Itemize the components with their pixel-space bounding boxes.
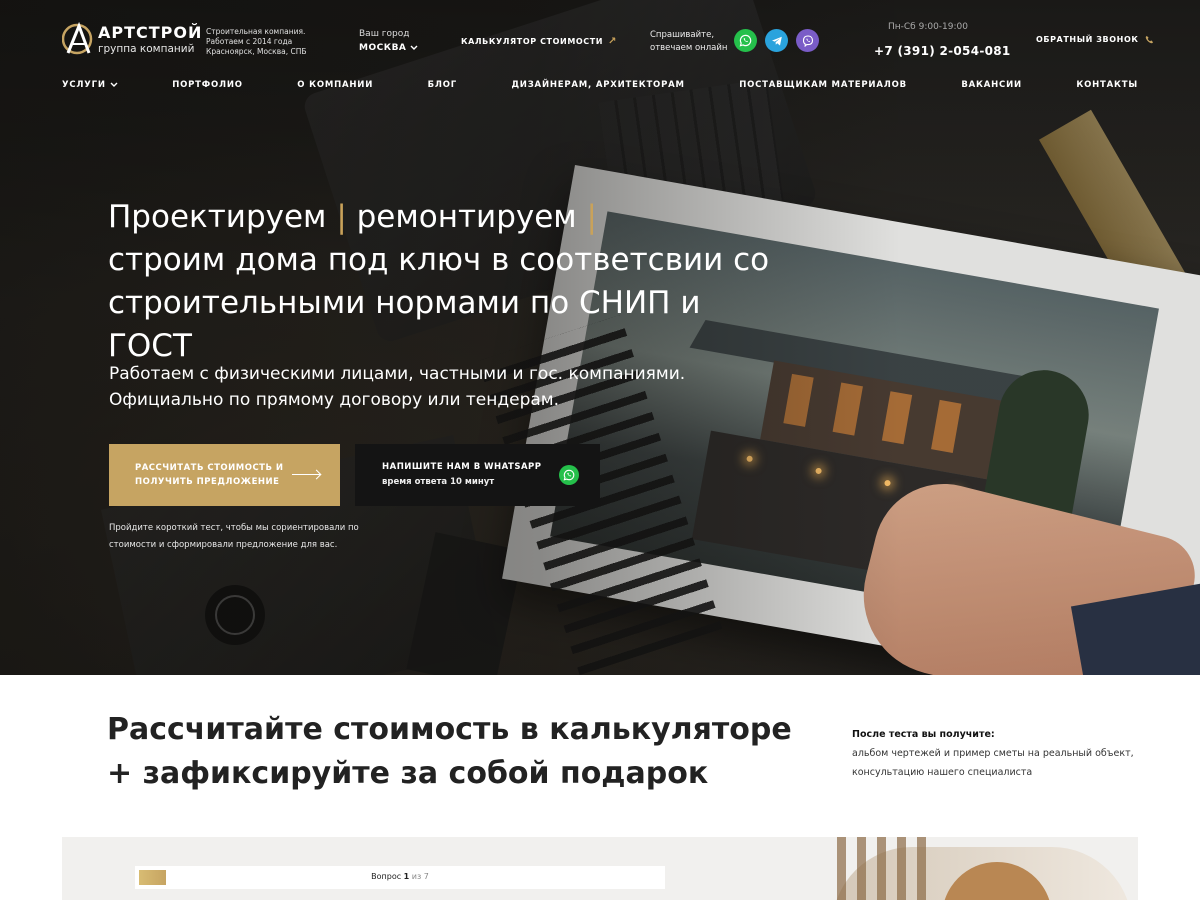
arrow-up-right-icon: ↗ [608, 36, 618, 47]
question-label: Вопрос [371, 872, 402, 881]
calculate-cost-button[interactable]: РАССЧИТАТЬ СТОИМОСТЬ И ПОЛУЧИТЬ ПРЕДЛОЖЕ… [109, 444, 340, 506]
callback-label: ОБРАТНЫЙ ЗВОНОК [1036, 35, 1139, 44]
whatsapp-icon [559, 465, 579, 485]
ask-online-text: Спрашивайте, отвечаем онлайн [650, 29, 727, 55]
hero-title-word-1: Проектируем [108, 199, 327, 235]
after-test-text: альбом чертежей и пример сметы на реальн… [852, 748, 1134, 778]
arrow-right-icon [292, 474, 320, 475]
company-description: Строительная компания. Работаем с 2014 г… [206, 27, 307, 56]
nav-portfolio[interactable]: ПОРТФОЛИО [172, 80, 243, 90]
messenger-links [734, 29, 819, 52]
divider-bar: | [586, 199, 597, 235]
question-current: 1 [403, 872, 410, 881]
callback-button[interactable]: ОБРАТНЫЙ ЗВОНОК [1036, 35, 1154, 44]
ask-line-1: Спрашивайте, [650, 30, 715, 40]
nav-blog[interactable]: БЛОГ [428, 80, 457, 90]
nav-services[interactable]: УСЛУГИ [62, 80, 118, 90]
whatsapp-button[interactable]: НАПИШИТЕ НАМ В WHATSAPP время ответа 10 … [355, 444, 600, 506]
main-nav: УСЛУГИ ПОРТФОЛИО О КОМПАНИИ БЛОГ ДИЗАЙНЕ… [62, 80, 1138, 90]
quiz-progress-bar: Вопрос 1 из 7 [135, 866, 665, 889]
viber-icon[interactable] [796, 29, 819, 52]
chevron-down-icon [110, 82, 118, 87]
wooden-slats-image [837, 837, 927, 900]
hero-title-word-2: ремонтируем [356, 199, 577, 235]
ask-line-2: отвечаем онлайн [650, 43, 728, 53]
working-hours: Пн-Сб 9:00-19:00 [888, 22, 968, 32]
quiz-hint: Пройдите короткий тест, чтобы мы сориент… [109, 523, 359, 550]
phone-link[interactable]: +7 (391) 2-054-081 [874, 44, 1011, 58]
after-test-heading: После теста вы получите: [852, 729, 995, 740]
nav-designers[interactable]: ДИЗАЙНЕРАМ, АРХИТЕКТОРАМ [511, 80, 684, 90]
city-label: Ваш город [359, 29, 410, 39]
site-header: АРТСТРОЙ группа компаний Строительная ко… [0, 0, 1200, 110]
hero-title-rest: строим дома под ключ в соответсвии со ст… [108, 242, 770, 364]
after-test-info: После теста вы получите: альбом чертежей… [852, 725, 1152, 782]
nav-services-label: УСЛУГИ [62, 80, 106, 90]
phone-icon [1145, 35, 1153, 44]
nav-suppliers[interactable]: ПОСТАВЩИКАМ МАТЕРИАЛОВ [739, 80, 907, 90]
nav-contacts[interactable]: КОНТАКТЫ [1076, 80, 1138, 90]
question-of: из [411, 872, 422, 881]
question-counter: Вопрос 1 из 7 [135, 872, 665, 881]
logo-mark-icon [62, 22, 93, 55]
quiz-block: Вопрос 1 из 7 [62, 837, 1138, 900]
logo-subtitle: группа компаний [98, 43, 195, 55]
calculator-link-label: КАЛЬКУЛЯТОР СТОИМОСТИ [461, 37, 604, 46]
city-selector[interactable]: Ваш город МОСКВА [359, 29, 418, 53]
calculator-title: Рассчитайте стоимость в калькуляторе + з… [107, 708, 807, 796]
question-total: 7 [423, 872, 429, 881]
calculate-cost-button-label: РАССЧИТАТЬ СТОИМОСТЬ И ПОЛУЧИТЬ ПРЕДЛОЖЕ… [135, 463, 284, 487]
city-value: МОСКВА [359, 43, 407, 53]
divider-bar: | [336, 199, 347, 235]
hero-subtitle: Работаем с физическими лицами, частными … [109, 364, 686, 410]
telegram-icon[interactable] [765, 29, 788, 52]
hero-title: Проектируем | ремонтируем | строим дома … [108, 196, 788, 368]
calculator-link[interactable]: КАЛЬКУЛЯТОР СТОИМОСТИ ↗ [461, 36, 617, 47]
logo-name: АРТСТРОЙ [98, 23, 203, 42]
whatsapp-icon[interactable] [734, 29, 757, 52]
chevron-down-icon [410, 45, 418, 50]
nav-about[interactable]: О КОМПАНИИ [297, 80, 373, 90]
calculator-title-bold: Рассчитайте стоимость [107, 712, 510, 747]
nav-vacancies[interactable]: ВАКАНСИИ [961, 80, 1022, 90]
logo[interactable]: АРТСТРОЙ группа компаний [62, 22, 201, 58]
